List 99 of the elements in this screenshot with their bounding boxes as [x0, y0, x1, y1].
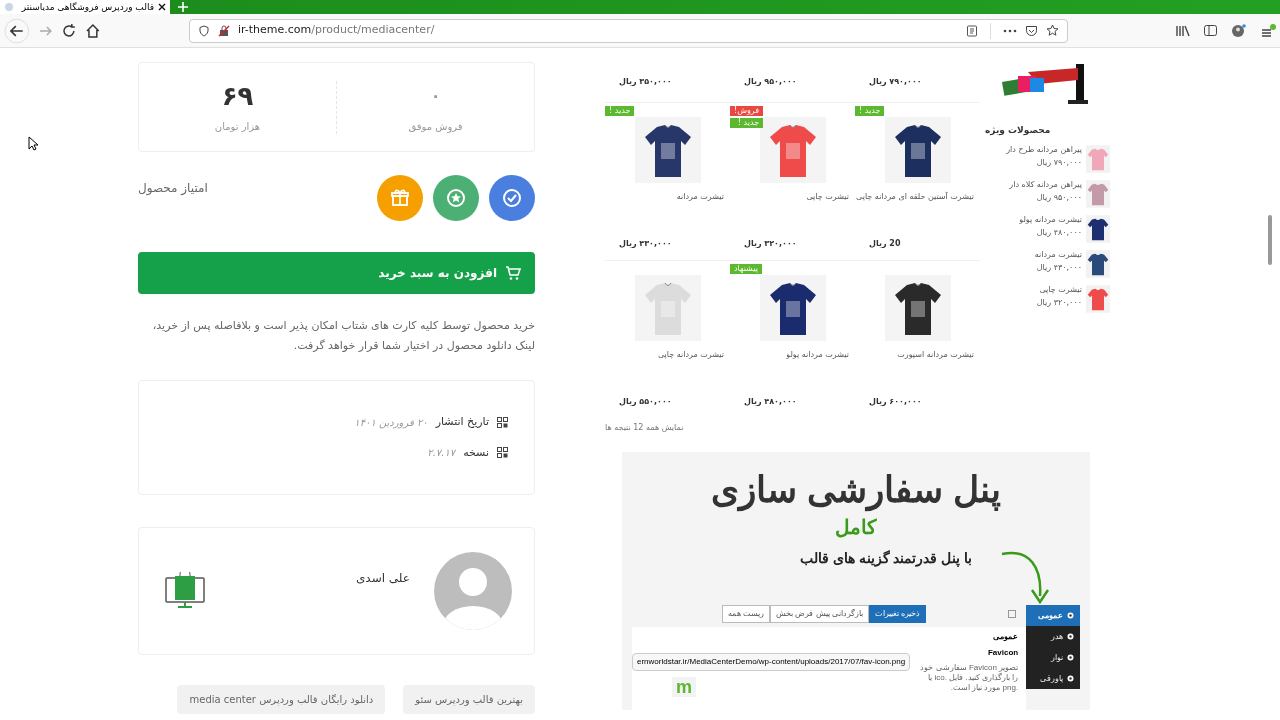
product-badge: جدید ! — [730, 118, 764, 128]
result-count: نمایش همه 12 نتیجه ها — [605, 422, 684, 434]
library-icon[interactable] — [1176, 24, 1190, 37]
grid-icon — [497, 416, 508, 428]
product-price: ۹۵۰,۰۰۰ ریال — [744, 76, 797, 88]
account-icon[interactable] — [1231, 23, 1246, 38]
grid-icon — [1008, 610, 1017, 618]
insecure-lock-icon — [217, 24, 230, 37]
panel-button[interactable]: ذخیره تغییرات — [868, 605, 927, 623]
meta-label: نسخه — [463, 444, 489, 461]
product-price: ۷۹۰,۰۰۰ ریال — [869, 76, 922, 88]
product-card[interactable]: پیشنهاد تیشرت مردانه پولو ۴۸۰,۰۰۰ ریال — [730, 260, 855, 418]
rating-label: امتیاز محصول — [138, 180, 208, 197]
product-price: ۴۳۰,۰۰۰ ریال — [619, 238, 672, 250]
pocket-icon[interactable] — [1025, 24, 1038, 37]
product-badge: پیشنهاد — [730, 264, 762, 274]
product-price: ۶۰۰,۰۰۰ ریال — [869, 396, 922, 408]
author-name: علی اسدی — [355, 570, 410, 587]
product-price: 20 ریال — [869, 238, 901, 250]
reader-view-icon[interactable] — [966, 24, 978, 37]
home-icon[interactable] — [85, 22, 101, 39]
address-bar[interactable]: ir-theme.com/product/mediacenter/ — [188, 18, 1068, 43]
stat-value: ۶۹ — [221, 80, 254, 111]
product-name: تیشرت مردانه پولو — [786, 349, 849, 361]
panel-button[interactable]: بازگردانی پیش فرض بخش — [770, 605, 869, 623]
special-product-price: ۳۲۰,۰۰۰ ریال — [1036, 296, 1082, 309]
product-name: تیشرت مردانه چاپی — [657, 349, 724, 361]
new-tab-icon[interactable] — [178, 2, 188, 12]
more-icon[interactable] — [1003, 28, 1017, 33]
product-price: ۴۸۰,۰۰۰ ریال — [744, 396, 797, 408]
showcase-tagline: با پنل قدرتمند گزینه های قالب — [799, 549, 973, 569]
stat-value: ۰ — [430, 84, 441, 107]
special-product-name: تیشرت چاپی — [1038, 283, 1082, 296]
special-product-name: تیشرت مردانه پولو — [1019, 213, 1082, 226]
cursor-icon — [28, 136, 38, 151]
product-name: تیشرت آستین حلقه ای مردانه چاپی — [856, 191, 974, 203]
url-field[interactable]: ernworldstar.ir/MediaCenterDemo/wp-content/uploads/2017/07/fav-icon.png — [632, 653, 911, 671]
tab-title: قالب وردپرس فروشگاهی مدیاسنتر — [20, 2, 154, 12]
product-name: تیشرت مردانه — [676, 191, 724, 203]
grid-icon — [497, 447, 508, 459]
product-name: تیشرت چاپی — [806, 191, 849, 203]
special-product-name: تیشرت مردانه — [1034, 248, 1082, 261]
product-card[interactable]: تیشرت مردانه اسپورت ۶۰۰,۰۰۰ ریال — [855, 260, 980, 418]
meta-value: ۲.۷.۱۷ — [427, 446, 456, 461]
circle-icon — [1067, 612, 1074, 619]
reload-icon[interactable] — [61, 22, 78, 39]
product-card[interactable]: تیشرت مردانه چاپی ۵۵۰,۰۰۰ ریال — [605, 260, 730, 418]
purchase-note: خرید محصول توسط کلیه کارت های شتاب امکان پذیر است و بلافاصله پس از خرید، لینک دانلود محصول در اختیار شما قرار خواهد گرفت. — [151, 318, 535, 354]
check-icon — [501, 187, 523, 209]
circle-icon — [1067, 633, 1074, 640]
menu-item[interactable]: پاورقی — [1026, 668, 1080, 689]
stat-label: فروش موفق — [408, 119, 463, 134]
section-heading: محصولات ویژه — [985, 124, 1051, 138]
special-product-name: پیراهن مردانه کلاه دار — [1009, 178, 1082, 191]
meta-label: تاریخ انتشار — [435, 414, 489, 430]
meta-value: ۲۰ فروردین ۱۴۰۱ — [354, 415, 428, 430]
product-price: ۳۵۰,۰۰۰ ریال — [619, 76, 672, 88]
gift-icon — [389, 187, 411, 209]
cart-icon — [505, 265, 521, 281]
shop-monitor-icon — [165, 572, 205, 610]
tag-link[interactable]: بهترین قالب وردپرس سئو — [403, 685, 535, 714]
product-badge: فروش! — [730, 106, 764, 116]
special-product-price: ۷۹۰,۰۰۰ ریال — [1035, 156, 1082, 169]
field-label: Favicon — [986, 647, 1019, 659]
product-card[interactable]: جدید ! تیشرت آستین حلقه ای مردانه چاپی 20 ریال — [855, 102, 980, 260]
browser-tab[interactable]: قالب وردپرس فروشگاهی مدیاسنتر — [0, 0, 170, 14]
special-product-name: پیراهن مردانه طرح دار — [1006, 143, 1082, 156]
circle-icon — [1067, 654, 1074, 661]
special-product-price: ۹۵۰,۰۰۰ ریال — [1035, 191, 1082, 204]
product-card[interactable]: جدید ! تیشرت مردانه ۴۳۰,۰۰۰ ریال — [605, 102, 730, 260]
circle-icon — [1067, 675, 1074, 682]
special-product-price: ۴۸۰,۰۰۰ ریال — [1035, 226, 1082, 239]
showcase-title: پنل سفارشی سازی — [711, 468, 1001, 514]
product-name: تیشرت مردانه اسپورت — [897, 349, 974, 361]
favicon-icon — [4, 2, 14, 12]
scrollbar[interactable] — [1268, 215, 1272, 265]
shield-icon — [197, 24, 210, 37]
panel-button[interactable]: ریست همه — [722, 605, 771, 623]
showcase-highlight: کامل — [835, 515, 877, 540]
menu-item[interactable]: هدر — [1026, 626, 1080, 647]
menu-item[interactable]: عمومی — [1026, 605, 1080, 626]
field-description: تصویر Favicon سفارشی خود را بارگذاری کنید. فایل .ico یا .png مورد نیاز است. — [919, 663, 1019, 693]
menu-icon[interactable] — [1260, 22, 1276, 39]
special-product-price: ۴۳۰,۰۰۰ ریال — [1035, 261, 1082, 274]
product-card[interactable]: فروش! جدید ! تیشرت چاپی ۳۲۰,۰۰۰ ریال — [730, 102, 855, 260]
menu-item[interactable]: نوار — [1026, 647, 1080, 668]
sidebar-icon[interactable] — [1204, 25, 1217, 36]
close-icon[interactable] — [158, 3, 166, 11]
back-icon[interactable] — [4, 17, 30, 44]
section-title: عمومی — [992, 631, 1019, 643]
url-text: ir-theme.com/product/mediacenter/ — [237, 22, 435, 39]
logo-preview: m — [672, 677, 696, 697]
stat-label: هزار تومان — [214, 119, 261, 134]
star-icon[interactable] — [1046, 24, 1059, 37]
product-price: ۳۲۰,۰۰۰ ریال — [744, 238, 797, 250]
product-price: ۵۵۰,۰۰۰ ریال — [619, 396, 672, 408]
tag-link[interactable]: دانلود رایگان قالب وردپرس media center — [177, 685, 386, 714]
product-badge: جدید ! — [855, 106, 885, 116]
product-badge: جدید ! — [605, 106, 635, 116]
